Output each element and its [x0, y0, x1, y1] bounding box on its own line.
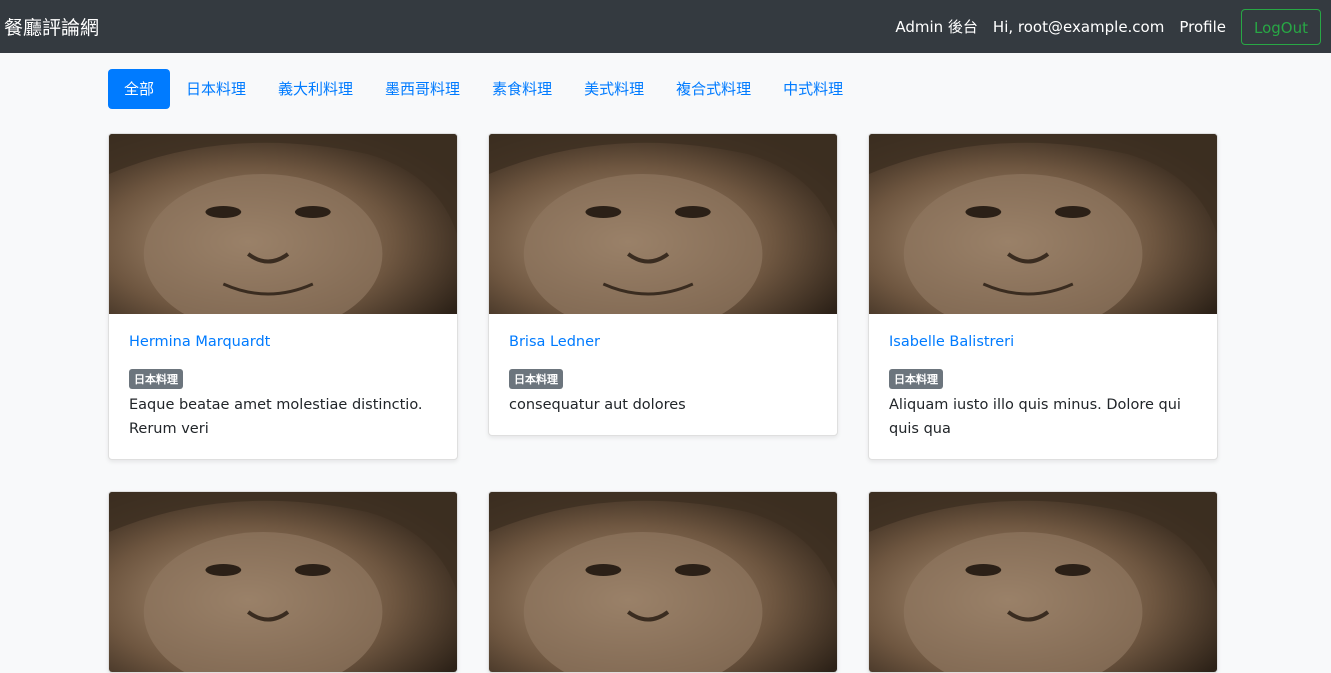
restaurant-name[interactable]: Brisa Ledner: [509, 334, 817, 350]
restaurant-card[interactable]: Brisa Ledner 日本料理 consequatur aut dolore…: [488, 133, 838, 436]
restaurant-description: Aliquam iusto illo quis minus. Dolore qu…: [889, 397, 1181, 437]
navbar: 餐廳評論網 Admin 後台 Hi, root@example.com Prof…: [0, 0, 1331, 53]
profile-link[interactable]: Profile: [1179, 18, 1226, 36]
user-greeting: Hi, root@example.com: [992, 17, 1165, 36]
restaurant-card[interactable]: Hermina Marquardt 日本料理 Eaque beatae amet…: [108, 133, 458, 460]
restaurant-image[interactable]: [869, 492, 1217, 672]
restaurant-image[interactable]: [869, 134, 1217, 314]
card-body: Brisa Ledner 日本料理 consequatur aut dolore…: [489, 314, 837, 435]
restaurant-card[interactable]: Isabelle Balistreri 日本料理 Aliquam iusto i…: [868, 133, 1218, 460]
restaurant-image[interactable]: [109, 134, 457, 314]
category-tabs: 全部 日本料理 義大利料理 墨西哥料理 素食料理 美式料理 複合式料理 中式料理: [108, 69, 859, 109]
tab-japanese[interactable]: 日本料理: [170, 69, 262, 109]
restaurant-image[interactable]: [109, 492, 457, 672]
category-badge: 日本料理: [509, 369, 563, 389]
restaurant-card[interactable]: [488, 491, 838, 673]
nav-right: Admin 後台 Hi, root@example.com Profile Lo…: [895, 8, 1321, 45]
tab-fusion[interactable]: 複合式料理: [660, 69, 767, 109]
tab-italian[interactable]: 義大利料理: [262, 69, 369, 109]
tab-mexican[interactable]: 墨西哥料理: [369, 69, 476, 109]
logout-button[interactable]: LogOut: [1241, 8, 1321, 45]
tab-chinese[interactable]: 中式料理: [767, 69, 859, 109]
tab-all[interactable]: 全部: [108, 69, 171, 109]
admin-link[interactable]: Admin 後台: [895, 16, 978, 37]
restaurant-name[interactable]: Hermina Marquardt: [129, 334, 437, 350]
brand-logo[interactable]: 餐廳評論網: [4, 13, 99, 40]
restaurant-name[interactable]: Isabelle Balistreri: [889, 334, 1197, 350]
restaurant-description: Eaque beatae amet molestiae distinctio. …: [129, 397, 423, 437]
card-body: Hermina Marquardt 日本料理 Eaque beatae amet…: [109, 314, 457, 459]
restaurant-image[interactable]: [489, 492, 837, 672]
restaurant-card[interactable]: [108, 491, 458, 673]
restaurant-image[interactable]: [489, 134, 837, 314]
category-badge: 日本料理: [889, 369, 943, 389]
category-badge: 日本料理: [129, 369, 183, 389]
restaurant-card[interactable]: [868, 491, 1218, 673]
tab-vegetarian[interactable]: 素食料理: [476, 69, 568, 109]
tab-american[interactable]: 美式料理: [568, 69, 660, 109]
card-body: Isabelle Balistreri 日本料理 Aliquam iusto i…: [869, 314, 1217, 459]
restaurant-description: consequatur aut dolores: [509, 397, 686, 413]
